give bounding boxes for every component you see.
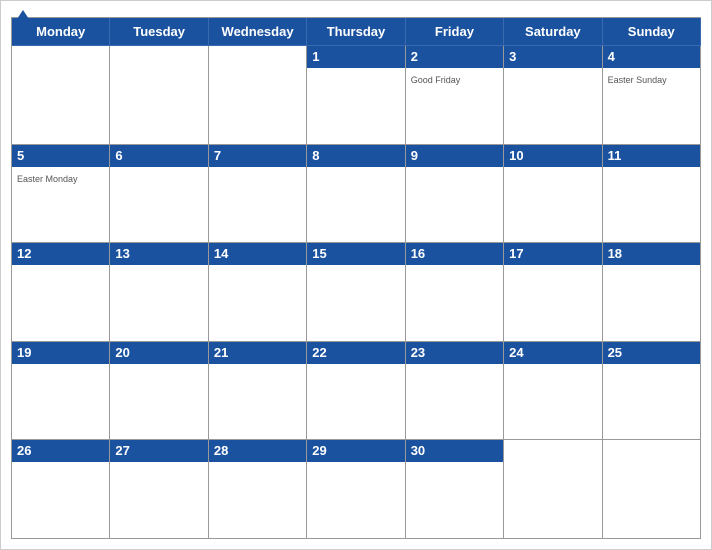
day-number: 19 (17, 345, 31, 360)
day-number: 11 (608, 148, 622, 163)
weeks: 12Good Friday34Easter Sunday5Easter Mond… (12, 46, 701, 539)
day-cell-20: 20 (110, 342, 208, 440)
day-header-thursday: Thursday (307, 18, 405, 46)
day-cell-14: 14 (209, 243, 307, 341)
day-number: 29 (312, 443, 326, 458)
day-cell-28: 28 (209, 440, 307, 538)
holiday-label: Easter Sunday (608, 75, 667, 85)
day-cell-18: 18 (603, 243, 701, 341)
day-number: 18 (608, 246, 622, 261)
day-cell-4: 4 Easter Sunday (603, 46, 701, 144)
holiday-label: Easter Monday (17, 174, 78, 184)
logo (16, 9, 31, 26)
day-header-tuesday: Tuesday (110, 18, 208, 46)
day-cell-3: 3 (504, 46, 602, 144)
day-cell-empty-4-6 (603, 440, 701, 538)
day-cell-27: 27 (110, 440, 208, 538)
day-cell-5: 5 Easter Monday (12, 145, 110, 243)
day-cell-2: 2 Good Friday (406, 46, 504, 144)
holiday-label: Good Friday (411, 75, 461, 85)
day-cell-12: 12 (12, 243, 110, 341)
day-number: 1 (312, 49, 319, 64)
day-cell-25: 25 (603, 342, 701, 440)
calendar-container: MondayTuesdayWednesdayThursdayFridaySatu… (0, 0, 712, 550)
day-number: 20 (115, 345, 129, 360)
days-header: MondayTuesdayWednesdayThursdayFridaySatu… (12, 18, 701, 46)
day-header-sunday: Sunday (603, 18, 701, 46)
day-number: 24 (509, 345, 523, 360)
day-cell-8: 8 (307, 145, 405, 243)
day-cell-6: 6 (110, 145, 208, 243)
day-cell-7: 7 (209, 145, 307, 243)
day-number: 10 (509, 148, 523, 163)
week-row-2: 12 13 14 15 16 17 18 (12, 243, 701, 342)
day-cell-9: 9 (406, 145, 504, 243)
day-cell-10: 10 (504, 145, 602, 243)
day-number: 13 (115, 246, 129, 261)
day-cell-11: 11 (603, 145, 701, 243)
day-number: 16 (411, 246, 425, 261)
logo-blue (16, 9, 31, 26)
day-cell-empty-0-0 (12, 46, 110, 144)
day-cell-29: 29 (307, 440, 405, 538)
day-number: 22 (312, 345, 326, 360)
day-header-friday: Friday (406, 18, 504, 46)
day-number: 17 (509, 246, 523, 261)
day-cell-23: 23 (406, 342, 504, 440)
day-number: 5 (17, 148, 24, 163)
day-cell-26: 26 (12, 440, 110, 538)
day-number: 9 (411, 148, 418, 163)
week-row-3: 19 20 21 22 23 24 25 (12, 342, 701, 441)
day-header-wednesday: Wednesday (209, 18, 307, 46)
day-cell-empty-4-5 (504, 440, 602, 538)
day-number: 23 (411, 345, 425, 360)
day-number: 3 (509, 49, 516, 64)
calendar-grid: MondayTuesdayWednesdayThursdayFridaySatu… (11, 17, 701, 539)
day-cell-19: 19 (12, 342, 110, 440)
day-number: 25 (608, 345, 622, 360)
day-number: 12 (17, 246, 31, 261)
day-number: 2 (411, 49, 418, 64)
day-number: 6 (115, 148, 122, 163)
day-number: 27 (115, 443, 129, 458)
logo-icon (16, 9, 30, 26)
day-cell-22: 22 (307, 342, 405, 440)
day-number: 28 (214, 443, 228, 458)
day-cell-17: 17 (504, 243, 602, 341)
day-number: 7 (214, 148, 221, 163)
day-number: 15 (312, 246, 326, 261)
week-row-1: 5 Easter Monday 6 7 8 9 10 11 (12, 145, 701, 244)
day-number: 21 (214, 345, 228, 360)
week-row-4: 26 27 28 29 30 (12, 440, 701, 539)
day-cell-15: 15 (307, 243, 405, 341)
day-cell-16: 16 (406, 243, 504, 341)
day-number: 4 (608, 49, 615, 64)
day-cell-21: 21 (209, 342, 307, 440)
day-number: 26 (17, 443, 31, 458)
day-cell-13: 13 (110, 243, 208, 341)
day-header-saturday: Saturday (504, 18, 602, 46)
day-number: 8 (312, 148, 319, 163)
day-cell-empty-0-1 (110, 46, 208, 144)
week-row-0: 1 2 Good Friday 3 4 Easter Sunday (12, 46, 701, 145)
day-cell-24: 24 (504, 342, 602, 440)
day-number: 14 (214, 246, 228, 261)
day-number: 30 (411, 443, 425, 458)
day-cell-1: 1 (307, 46, 405, 144)
calendar-header (1, 1, 711, 17)
day-cell-30: 30 (406, 440, 504, 538)
day-cell-empty-0-2 (209, 46, 307, 144)
